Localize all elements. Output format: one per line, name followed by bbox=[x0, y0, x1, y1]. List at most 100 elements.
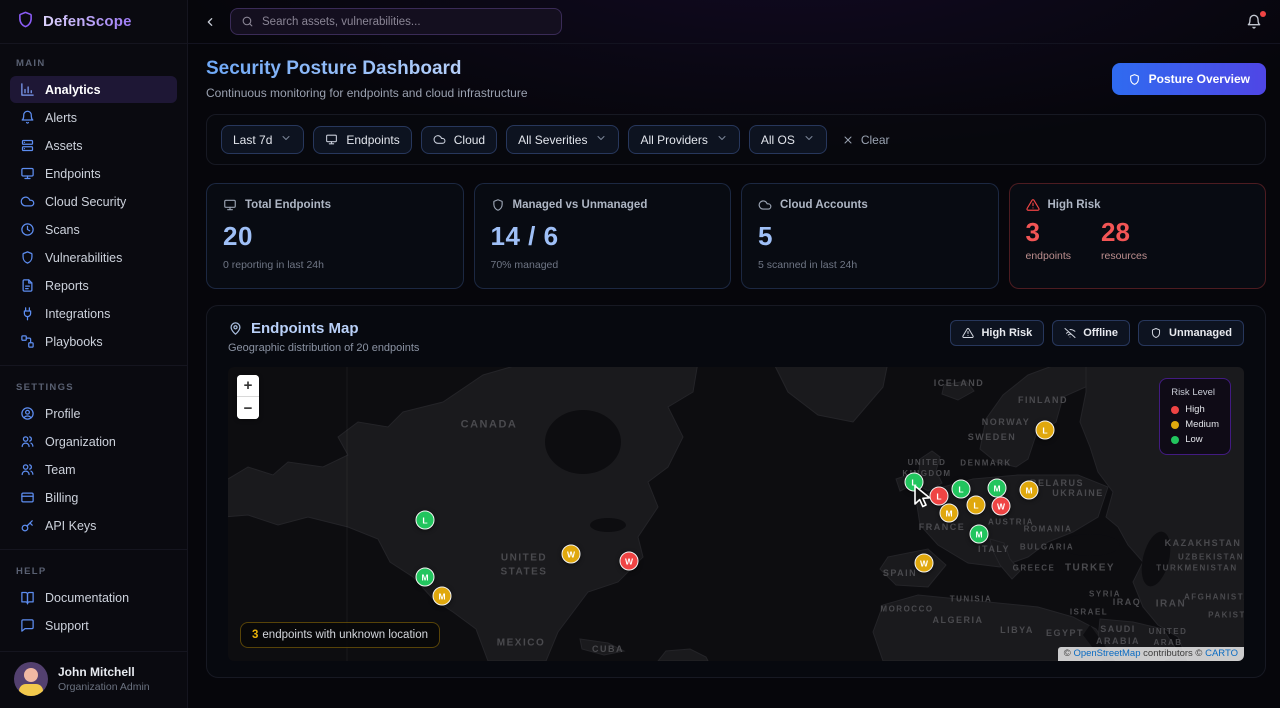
app-window: DefenScope MAINAnalyticsAlertsAssetsEndp… bbox=[0, 0, 1280, 708]
zoom-out-button[interactable]: − bbox=[237, 397, 259, 419]
main-column: Security Posture Dashboard Continuous mo… bbox=[188, 0, 1280, 708]
sidebar-item-api-keys[interactable]: API Keys bbox=[10, 512, 177, 539]
map-toggle-high-risk[interactable]: High Risk bbox=[950, 320, 1044, 346]
sidebar-item-billing[interactable]: Billing bbox=[10, 484, 177, 511]
filter-endpoints[interactable]: Endpoints bbox=[313, 126, 411, 154]
map-zoom-control: + − bbox=[237, 375, 259, 419]
sidebar-item-vulnerabilities[interactable]: Vulnerabilities bbox=[10, 244, 177, 271]
user-profile[interactable]: John Mitchell Organization Admin bbox=[0, 651, 187, 708]
stat-card-total-endpoints: Total Endpoints200 reporting in last 24h bbox=[206, 183, 464, 289]
sidebar-item-playbooks[interactable]: Playbooks bbox=[10, 328, 177, 355]
alert-triangle-icon bbox=[962, 327, 974, 339]
endpoint-marker-medium-L-0[interactable]: L bbox=[1036, 421, 1055, 440]
endpoint-marker-low-M-9[interactable]: M bbox=[970, 525, 989, 544]
sidebar-item-scans[interactable]: Scans bbox=[10, 216, 177, 243]
sidebar-item-profile[interactable]: Profile bbox=[10, 400, 177, 427]
bell-icon bbox=[1246, 14, 1262, 30]
chevron-down-icon bbox=[803, 132, 815, 144]
sidebar-item-team[interactable]: Team bbox=[10, 456, 177, 483]
filter-all-severities[interactable]: All Severities bbox=[506, 125, 619, 154]
brand-name: DefenScope bbox=[43, 13, 132, 30]
notifications-button[interactable] bbox=[1246, 14, 1262, 30]
stat-value: 5 bbox=[758, 221, 982, 252]
plug-icon bbox=[20, 306, 35, 321]
endpoint-marker-medium-M-5[interactable]: M bbox=[1020, 481, 1039, 500]
filter-cloud[interactable]: Cloud bbox=[421, 126, 497, 154]
sidebar-item-documentation[interactable]: Documentation bbox=[10, 584, 177, 611]
stat-value: 20 bbox=[223, 221, 447, 252]
sidebar-item-support[interactable]: Support bbox=[10, 612, 177, 639]
wifi-off-icon bbox=[1064, 327, 1076, 339]
nav-section-help: HELPDocumentationSupport bbox=[0, 549, 187, 639]
posture-overview-button[interactable]: Posture Overview bbox=[1112, 63, 1266, 95]
sidebar-item-assets[interactable]: Assets bbox=[10, 132, 177, 159]
filter-all-providers[interactable]: All Providers bbox=[628, 125, 739, 154]
endpoint-marker-high-W-13[interactable]: W bbox=[620, 552, 639, 571]
sidebar-item-analytics[interactable]: Analytics bbox=[10, 76, 177, 103]
map-pin-icon bbox=[228, 321, 243, 336]
sidebar-item-cloud-security[interactable]: Cloud Security bbox=[10, 188, 177, 215]
nav-section-main: MAIN AnalyticsAlertsAssetsEndpointsCloud … bbox=[0, 58, 187, 355]
filter-all-os[interactable]: All OS bbox=[749, 125, 827, 154]
sidebar-item-organization[interactable]: Organization bbox=[10, 428, 177, 455]
bar-chart-icon bbox=[20, 82, 35, 97]
legend-dot-high bbox=[1171, 406, 1179, 414]
endpoint-marker-low-L-3[interactable]: L bbox=[952, 480, 971, 499]
filter-bar: Last 7d Endpoints Cloud All Severities All P… bbox=[206, 114, 1266, 165]
endpoint-marker-high-W-6[interactable]: W bbox=[992, 497, 1011, 516]
nav-section-label: SETTINGS bbox=[16, 382, 171, 393]
search-box[interactable] bbox=[230, 8, 562, 35]
layers-icon bbox=[20, 138, 35, 153]
filter-last-7d[interactable]: Last 7d bbox=[221, 125, 304, 154]
brand: DefenScope bbox=[0, 0, 187, 44]
sidebar-item-reports[interactable]: Reports bbox=[10, 272, 177, 299]
endpoint-marker-medium-W-12[interactable]: W bbox=[562, 545, 581, 564]
endpoint-marker-high-L-2[interactable]: L bbox=[930, 487, 949, 506]
legend-title: Risk Level bbox=[1171, 387, 1219, 398]
carto-link[interactable]: CARTO bbox=[1205, 648, 1238, 659]
endpoint-marker-low-L-11[interactable]: L bbox=[416, 511, 435, 530]
map-toggle-offline[interactable]: Offline bbox=[1052, 320, 1130, 346]
legend-item-low: Low bbox=[1171, 434, 1219, 445]
endpoint-marker-medium-M-15[interactable]: M bbox=[433, 587, 452, 606]
legend-dot-medium bbox=[1171, 421, 1179, 429]
page-subtitle: Continuous monitoring for endpoints and … bbox=[206, 86, 528, 100]
map-title: Endpoints Map bbox=[251, 320, 359, 337]
zoom-in-button[interactable]: + bbox=[237, 375, 259, 397]
shield-icon bbox=[1128, 73, 1141, 86]
endpoint-marker-low-L-1[interactable]: L bbox=[905, 473, 924, 492]
sidebar-item-integrations[interactable]: Integrations bbox=[10, 300, 177, 327]
cloud-icon bbox=[758, 198, 772, 212]
sidebar-item-alerts[interactable]: Alerts bbox=[10, 104, 177, 131]
sidebar-item-endpoints[interactable]: Endpoints bbox=[10, 160, 177, 187]
clear-filters-button[interactable]: Clear bbox=[836, 127, 896, 153]
topbar bbox=[188, 0, 1280, 44]
endpoint-marker-medium-L-7[interactable]: L bbox=[967, 496, 986, 515]
nav-section-label: MAIN bbox=[16, 58, 171, 69]
monitor-icon bbox=[325, 133, 338, 146]
shield-icon bbox=[1150, 327, 1162, 339]
search-input[interactable] bbox=[262, 16, 551, 28]
alert-triangle-icon bbox=[1026, 198, 1040, 212]
endpoint-marker-medium-M-8[interactable]: M bbox=[940, 504, 959, 523]
map-subtitle: Geographic distribution of 20 endpoints bbox=[228, 342, 419, 354]
cloud-icon bbox=[433, 133, 446, 146]
back-button[interactable] bbox=[202, 14, 218, 30]
cloud-icon bbox=[20, 194, 35, 209]
clock-icon bbox=[20, 222, 35, 237]
map-canvas[interactable]: CANADAUNITED STATESMEXICOCUBAICELANDNORW… bbox=[228, 367, 1244, 661]
endpoint-marker-low-M-4[interactable]: M bbox=[988, 479, 1007, 498]
stat-card-cloud-accounts: Cloud Accounts55 scanned in last 24h bbox=[741, 183, 999, 289]
openstreetmap-link[interactable]: OpenStreetMap bbox=[1073, 648, 1140, 659]
endpoint-marker-medium-W-10[interactable]: W bbox=[915, 554, 934, 573]
book-icon bbox=[20, 590, 35, 605]
legend-item-medium: Medium bbox=[1171, 419, 1219, 430]
page-title: Security Posture Dashboard bbox=[206, 58, 528, 80]
bell-icon bbox=[20, 110, 35, 125]
stat-subtext: 5 scanned in last 24h bbox=[758, 259, 982, 271]
endpoint-marker-low-M-14[interactable]: M bbox=[416, 568, 435, 587]
chevron-down-icon bbox=[595, 132, 607, 144]
map-toggle-unmanaged[interactable]: Unmanaged bbox=[1138, 320, 1244, 346]
endpoints-map-panel: Endpoints Map Geographic distribution of… bbox=[206, 305, 1266, 678]
credit-card-icon bbox=[20, 490, 35, 505]
